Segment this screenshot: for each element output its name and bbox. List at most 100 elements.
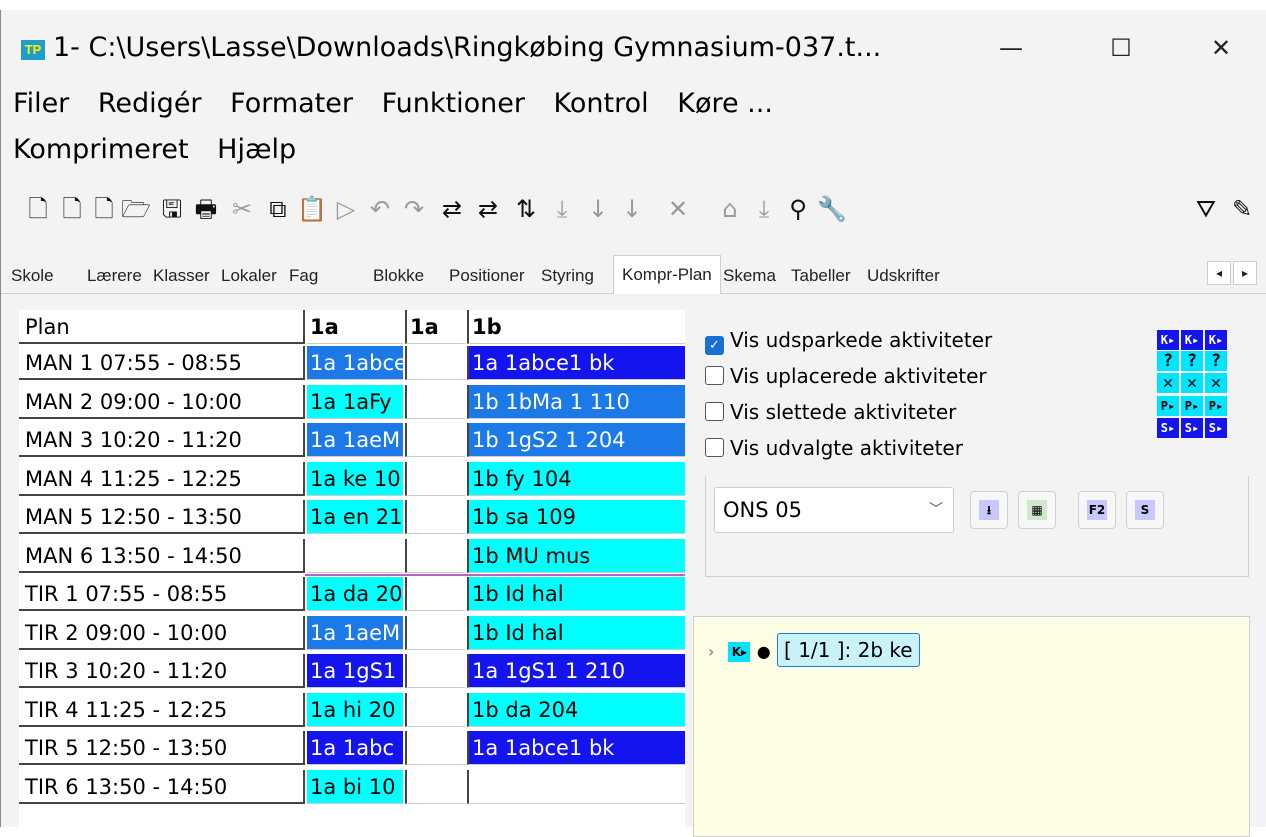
lesson-cell-1b[interactable]: 1a 1abce1 bk bbox=[467, 731, 685, 765]
menu-kore[interactable]: Køre ... bbox=[677, 88, 773, 119]
lesson-cell-1b[interactable] bbox=[467, 769, 685, 804]
lesson-cell-1a-2[interactable] bbox=[405, 423, 465, 457]
lesson-cell-1a[interactable]: 1a 1aeM bbox=[307, 615, 403, 650]
swap-icon[interactable]: ⇄ bbox=[437, 194, 467, 224]
filter-icon[interactable]: ⛛ bbox=[1191, 194, 1221, 224]
lesson-cell-1a-2[interactable] bbox=[405, 500, 465, 534]
plan-time-cell[interactable]: MAN 4 11:25 - 12:25 bbox=[19, 461, 305, 496]
lesson-cell-1b[interactable]: 1b MU mus bbox=[467, 538, 685, 573]
chevron-right-icon[interactable]: › bbox=[708, 635, 722, 669]
new-file-icon[interactable]: 🗋 bbox=[23, 194, 53, 224]
lesson-cell-1a-2[interactable] bbox=[405, 538, 465, 573]
day-select[interactable]: ONS 05 ﹀ bbox=[714, 487, 954, 533]
tab-skole[interactable]: Skole bbox=[11, 259, 54, 293]
menu-rediger[interactable]: Redigér bbox=[98, 88, 202, 119]
wrench-icon[interactable]: 🔧 bbox=[817, 194, 847, 224]
tab-scroll-left-icon[interactable]: ◂ bbox=[1207, 261, 1231, 285]
copy-icon[interactable]: ⧉ bbox=[263, 194, 293, 224]
lesson-cell-1a[interactable]: 1a 1aFy bbox=[307, 384, 403, 419]
lesson-cell-1b[interactable]: 1b 1bMa 1 110 bbox=[467, 384, 685, 419]
lesson-cell-1a[interactable]: 1a bi 10 bbox=[307, 769, 403, 804]
home-icon[interactable]: ⌂ bbox=[715, 194, 745, 224]
lesson-cell-1b[interactable]: 1a 1abce1 bk bbox=[467, 346, 685, 380]
lesson-cell-1a[interactable] bbox=[307, 538, 403, 573]
lesson-cell-1a[interactable]: 1a 1abc bbox=[307, 731, 403, 765]
option-vis-udvalgte[interactable]: Vis udvalgte aktiviteter bbox=[705, 436, 963, 466]
plan-time-cell[interactable]: MAN 2 09:00 - 10:00 bbox=[19, 384, 305, 419]
tab-blokke[interactable]: Blokke bbox=[373, 259, 424, 293]
play-icon[interactable]: ▷ bbox=[331, 194, 361, 224]
open-folder-icon[interactable]: 🗁 bbox=[121, 194, 151, 224]
lesson-cell-1a-2[interactable] bbox=[405, 769, 465, 804]
tab-udskrifter[interactable]: Udskrifter bbox=[867, 259, 940, 293]
lesson-cell-1a[interactable]: 1a 1abce1 bk bbox=[307, 346, 403, 380]
new-blank-icon[interactable]: 🗋 bbox=[89, 194, 119, 224]
checkbox-icon[interactable] bbox=[705, 366, 724, 385]
menu-funktioner[interactable]: Funktioner bbox=[382, 88, 525, 119]
lesson-cell-1b[interactable]: 1b 1gS2 1 204 bbox=[467, 423, 685, 457]
f2-button[interactable]: F2 bbox=[1078, 491, 1116, 529]
plan-time-cell[interactable]: MAN 1 07:55 - 08:55 bbox=[19, 346, 305, 380]
menu-komprimeret[interactable]: Komprimeret bbox=[13, 134, 189, 165]
lesson-cell-1b[interactable]: 1b da 204 bbox=[467, 692, 685, 727]
tree-item[interactable]: › K▸ ● [ 1/1 ]: 2b ke bbox=[708, 633, 920, 669]
download-icon[interactable]: ⤓ bbox=[749, 194, 779, 224]
tab-klasser[interactable]: Klasser bbox=[153, 259, 210, 293]
minimize-button[interactable]: — bbox=[981, 26, 1041, 70]
option-vis-udsparkede[interactable]: ✓ Vis udsparkede aktiviteter bbox=[705, 328, 992, 358]
cut-icon[interactable]: ✂ bbox=[227, 194, 257, 224]
move-down-light-icon[interactable]: ⤓ bbox=[547, 194, 577, 224]
lesson-cell-1b[interactable]: 1a 1gS1 1 210 bbox=[467, 654, 685, 688]
plan-time-cell[interactable]: TIR 5 12:50 - 13:50 bbox=[19, 731, 305, 765]
arrow-down-bold-icon[interactable]: ↓ bbox=[617, 194, 647, 224]
tab-kompr-plan[interactable]: Kompr-Plan bbox=[613, 255, 721, 294]
tab-scroll-right-icon[interactable]: ▸ bbox=[1233, 261, 1257, 285]
menu-kontrol[interactable]: Kontrol bbox=[554, 88, 649, 119]
tab-positioner[interactable]: Positioner bbox=[449, 259, 525, 293]
maximize-button[interactable]: ☐ bbox=[1091, 26, 1151, 70]
checkbox-icon[interactable] bbox=[705, 438, 724, 457]
lesson-cell-1b[interactable]: 1b Id hal bbox=[467, 615, 685, 650]
grid-view-button[interactable]: ▦ bbox=[1018, 491, 1056, 529]
tab-styring[interactable]: Styring bbox=[541, 259, 594, 293]
lesson-cell-1b[interactable]: 1b sa 109 bbox=[467, 500, 685, 534]
checkbox-checked-icon[interactable]: ✓ bbox=[705, 336, 724, 355]
lesson-cell-1a-2[interactable] bbox=[405, 577, 465, 611]
s-button[interactable]: S bbox=[1126, 491, 1164, 529]
menu-filer[interactable]: Filer bbox=[13, 88, 69, 119]
tab-laerere[interactable]: Lærere bbox=[87, 259, 142, 293]
tree-item-label[interactable]: [ 1/1 ]: 2b ke bbox=[777, 633, 920, 667]
print-icon[interactable]: 🖶 bbox=[191, 194, 221, 224]
new-file-alt-icon[interactable]: 🗋 bbox=[57, 194, 87, 224]
lesson-cell-1a[interactable]: 1a en 21 bbox=[307, 500, 403, 534]
lesson-cell-1a[interactable]: 1a ke 10 bbox=[307, 461, 403, 496]
plan-time-cell[interactable]: MAN 5 12:50 - 13:50 bbox=[19, 500, 305, 534]
lesson-cell-1a-2[interactable] bbox=[405, 731, 465, 765]
delete-icon[interactable]: ✕ bbox=[663, 194, 693, 224]
checkbox-icon[interactable] bbox=[705, 402, 724, 421]
lesson-cell-1a[interactable]: 1a 1gS1 bbox=[307, 654, 403, 688]
lesson-cell-1b[interactable]: 1b Id hal bbox=[467, 577, 685, 611]
menu-formater[interactable]: Formater bbox=[230, 88, 353, 119]
lesson-cell-1a-2[interactable] bbox=[405, 461, 465, 496]
pencil-icon[interactable]: ✎ bbox=[1227, 194, 1257, 224]
lesson-cell-1a-2[interactable] bbox=[405, 346, 465, 380]
lesson-cell-1a[interactable]: 1a 1aeM bbox=[307, 423, 403, 457]
tab-fag[interactable]: Fag bbox=[289, 259, 318, 293]
swap-alt-icon[interactable]: ⇄ bbox=[473, 194, 503, 224]
sort-icon[interactable]: ⇅ bbox=[511, 194, 541, 224]
tab-tabeller[interactable]: Tabeller bbox=[791, 259, 851, 293]
header-col-1b[interactable]: 1b bbox=[467, 310, 685, 344]
paste-icon[interactable]: 📋 bbox=[297, 194, 327, 224]
tab-skema[interactable]: Skema bbox=[723, 259, 776, 293]
close-button[interactable]: ✕ bbox=[1191, 26, 1251, 70]
plan-time-cell[interactable]: TIR 4 11:25 - 12:25 bbox=[19, 692, 305, 727]
redo-icon[interactable]: ↷ bbox=[399, 194, 429, 224]
save-icon[interactable]: 🖫 bbox=[157, 194, 187, 224]
plan-time-cell[interactable]: TIR 1 07:55 - 08:55 bbox=[19, 577, 305, 611]
arrow-down-icon[interactable]: ↓ bbox=[583, 194, 613, 224]
download-button[interactable]: ⭳ bbox=[970, 491, 1008, 529]
lesson-cell-1a[interactable]: 1a da 20 bbox=[307, 577, 403, 611]
menu-hjaelp[interactable]: Hjælp bbox=[217, 134, 296, 165]
lesson-cell-1b[interactable]: 1b fy 104 bbox=[467, 461, 685, 496]
